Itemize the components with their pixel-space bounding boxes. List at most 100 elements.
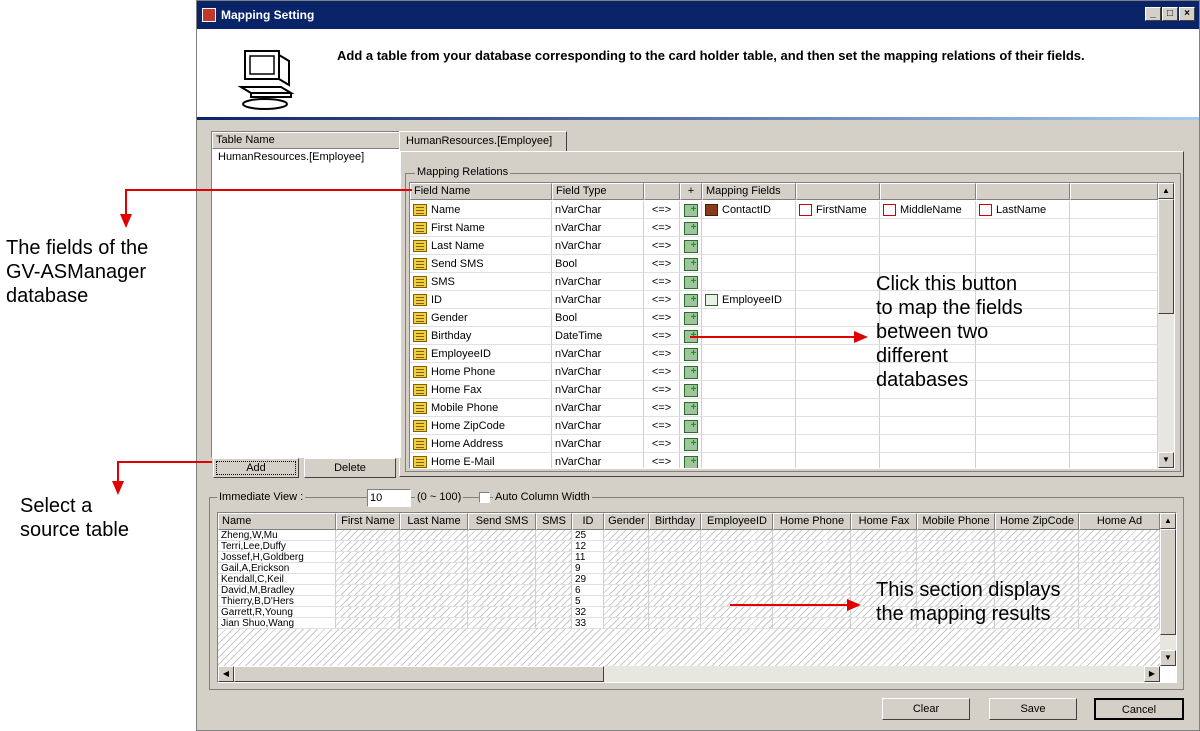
immediate-column-header[interactable]: ID — [572, 513, 604, 530]
mapping-row[interactable]: SMS nVarChar <=> — [410, 273, 1158, 291]
add-mapping-icon[interactable] — [683, 309, 698, 326]
mapping-field-column-header[interactable] — [796, 183, 880, 200]
mapping-field-cell[interactable] — [796, 363, 880, 381]
mapping-row[interactable]: Birthday DateTime <=> — [410, 327, 1158, 345]
mapping-field-cell[interactable] — [796, 219, 880, 237]
maximize-button[interactable]: □ — [1162, 7, 1178, 21]
tab-humanresources-employee[interactable]: HumanResources.[Employee] — [399, 131, 567, 152]
mapping-field-cell[interactable] — [702, 435, 796, 453]
scroll-left-button[interactable]: ◀ — [218, 666, 234, 682]
mapping-field-cell[interactable] — [702, 363, 796, 381]
add-mapping-cell[interactable] — [680, 237, 702, 255]
mapping-field-cell[interactable] — [1070, 381, 1158, 399]
mapping-field-cell[interactable] — [1070, 255, 1158, 273]
immediate-row[interactable]: Jossef,H,Goldberg 11 — [218, 552, 1160, 563]
mapping-field-cell[interactable] — [702, 345, 796, 363]
immediate-vertical-scrollbar[interactable]: ▲ ▼ — [1160, 513, 1176, 666]
mapping-field-cell[interactable] — [976, 417, 1070, 435]
scroll-thumb[interactable] — [1160, 529, 1176, 635]
immediate-view-count-input[interactable]: 10 — [367, 489, 411, 507]
immediate-column-header[interactable]: SMS — [536, 513, 572, 530]
field-name-cell[interactable]: Send SMS — [410, 255, 552, 273]
immediate-column-header[interactable]: Name — [218, 513, 336, 530]
immediate-column-header[interactable]: EmployeeID — [701, 513, 773, 530]
mapping-field-cell[interactable] — [702, 453, 796, 468]
field-name-cell[interactable]: ID — [410, 291, 552, 309]
mapping-row[interactable]: First Name nVarChar <=> — [410, 219, 1158, 237]
mapping-field-cell[interactable] — [1070, 363, 1158, 381]
mapping-field-cell[interactable] — [880, 237, 976, 255]
add-mapping-cell[interactable] — [680, 255, 702, 273]
immediate-column-header[interactable]: Last Name — [400, 513, 468, 530]
field-name-cell[interactable]: Home Phone — [410, 363, 552, 381]
immediate-column-header[interactable]: Send SMS — [468, 513, 536, 530]
mapping-row[interactable]: Send SMS Bool <=> — [410, 255, 1158, 273]
mapping-field-cell[interactable] — [702, 399, 796, 417]
add-mapping-icon[interactable] — [683, 417, 698, 434]
mapping-field-cell[interactable] — [880, 417, 976, 435]
table-name-header[interactable]: Table Name — [212, 132, 400, 149]
immediate-column-header[interactable]: Home Ad — [1079, 513, 1160, 530]
mapping-row[interactable]: Home Address nVarChar <=> — [410, 435, 1158, 453]
mapping-field-cell[interactable] — [1070, 345, 1158, 363]
mapping-row[interactable]: Home E-Mail nVarChar <=> — [410, 453, 1158, 468]
add-mapping-cell[interactable] — [680, 201, 702, 219]
mapping-field-cell[interactable] — [702, 309, 796, 327]
scroll-up-button[interactable]: ▲ — [1158, 183, 1174, 199]
save-button[interactable]: Save — [989, 698, 1077, 720]
mapping-field-cell[interactable] — [880, 255, 976, 273]
mapping-field-cell[interactable]: LastName — [976, 201, 1070, 219]
mapping-grid[interactable]: Field Name Field Type + Mapping Fields N… — [409, 182, 1175, 469]
add-mapping-cell[interactable] — [680, 273, 702, 291]
mapping-row[interactable]: Home Phone nVarChar <=> — [410, 363, 1158, 381]
mapping-field-cell[interactable] — [880, 219, 976, 237]
mapping-field-cell[interactable] — [1070, 201, 1158, 219]
scroll-down-button[interactable]: ▼ — [1158, 452, 1174, 468]
field-name-cell[interactable]: Home E-Mail — [410, 453, 552, 468]
mapping-field-column-header[interactable] — [880, 183, 976, 200]
field-name-cell[interactable]: SMS — [410, 273, 552, 291]
mapping-field-cell[interactable] — [976, 399, 1070, 417]
mapping-field-cell[interactable] — [702, 381, 796, 399]
scroll-thumb[interactable] — [1158, 199, 1174, 314]
mapping-field-cell[interactable] — [1070, 291, 1158, 309]
delete-button[interactable]: Delete — [304, 458, 396, 478]
immediate-column-header[interactable]: Birthday — [649, 513, 701, 530]
mapping-field-cell[interactable] — [1070, 453, 1158, 468]
field-name-cell[interactable]: Home Fax — [410, 381, 552, 399]
mapping-field-cell[interactable] — [880, 453, 976, 468]
mapping-row[interactable]: Last Name nVarChar <=> — [410, 237, 1158, 255]
mapping-field-cell[interactable] — [796, 453, 880, 468]
mapping-field-cell[interactable] — [976, 255, 1070, 273]
mapping-field-cell[interactable] — [1070, 327, 1158, 345]
immediate-row[interactable]: Gail,A,Erickson 9 — [218, 563, 1160, 574]
immediate-horizontal-scrollbar[interactable]: ◀ ▶ — [218, 666, 1160, 682]
scroll-down-button[interactable]: ▼ — [1160, 650, 1176, 666]
mapping-field-cell[interactable]: MiddleName — [880, 201, 976, 219]
mapping-field-cell[interactable] — [1070, 417, 1158, 435]
mapping-row[interactable]: Home Fax nVarChar <=> — [410, 381, 1158, 399]
scroll-up-button[interactable]: ▲ — [1160, 513, 1176, 529]
add-mapping-icon[interactable] — [683, 345, 698, 362]
add-mapping-icon[interactable] — [683, 327, 698, 344]
mapping-row[interactable]: Name nVarChar<=> ContactID FirstName MiddleN… — [410, 201, 1158, 219]
add-button[interactable]: Add — [213, 458, 299, 478]
mapping-row[interactable]: Home ZipCode nVarChar <=> — [410, 417, 1158, 435]
field-type-column-header[interactable]: Field Type — [552, 183, 644, 200]
field-name-cell[interactable]: Mobile Phone — [410, 399, 552, 417]
field-name-cell[interactable]: EmployeeID — [410, 345, 552, 363]
immediate-row[interactable]: Terri,Lee,Duffy 12 — [218, 541, 1160, 552]
mapping-field-cell[interactable] — [796, 435, 880, 453]
add-mapping-icon[interactable] — [683, 453, 698, 468]
immediate-column-header[interactable]: Home Phone — [773, 513, 851, 530]
add-mapping-icon[interactable] — [683, 255, 698, 272]
add-mapping-cell[interactable] — [680, 327, 702, 345]
add-mapping-icon[interactable] — [683, 399, 698, 416]
scroll-right-button[interactable]: ▶ — [1144, 666, 1160, 682]
field-name-cell[interactable]: Home Address — [410, 435, 552, 453]
field-name-cell[interactable]: Birthday — [410, 327, 552, 345]
mapping-field-cell[interactable] — [1070, 273, 1158, 291]
add-mapping-cell[interactable] — [680, 345, 702, 363]
mapping-field-cell[interactable] — [796, 381, 880, 399]
mapping-field-cell[interactable] — [1070, 435, 1158, 453]
